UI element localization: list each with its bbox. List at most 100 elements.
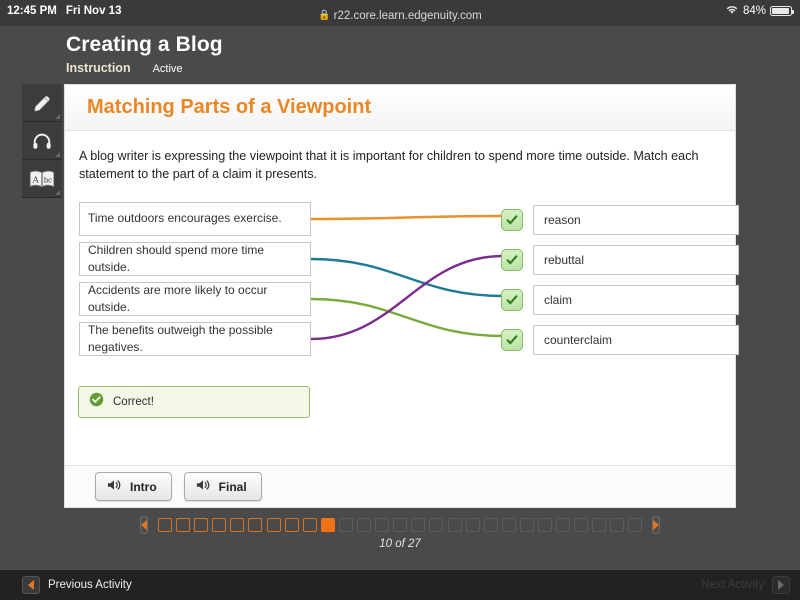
pagination-dot[interactable]: [574, 518, 589, 532]
check-icon: [501, 208, 523, 231]
lesson-subtitle: Instruction Active: [66, 61, 223, 75]
pagination-dot[interactable]: [411, 518, 426, 532]
pagination-dot[interactable]: [501, 518, 516, 532]
feedback-banner: Correct!: [78, 386, 310, 418]
pagination-dot[interactable]: [447, 518, 462, 532]
connector-line: [310, 297, 504, 337]
check-icon: [501, 248, 523, 271]
audio-button-final[interactable]: Final: [183, 472, 262, 501]
lock-icon: 🔒: [318, 10, 331, 21]
activity-card: Matching Parts of a Viewpoint A blog wri…: [64, 84, 739, 508]
category-row: reason: [501, 204, 739, 235]
dictionary-book-icon: A bc: [29, 169, 55, 189]
category-item[interactable]: claim: [533, 284, 739, 315]
next-activity-label: Next Activity: [701, 579, 764, 591]
speaker-icon: [106, 478, 122, 495]
speaker-icon: [195, 478, 211, 495]
statement-item[interactable]: Time outdoors encourages exercise.: [79, 201, 311, 236]
audio-toolbar: Intro Final: [65, 465, 735, 507]
pagination-dot[interactable]: [628, 518, 643, 532]
url-text: r22.core.learn.edgenuity.com: [333, 10, 482, 22]
connector-line: [310, 257, 504, 297]
glossary-tool[interactable]: A bc: [22, 160, 62, 198]
pagination-dot[interactable]: [393, 518, 408, 532]
next-arrow-box: [772, 576, 790, 594]
pagination-dot[interactable]: [537, 518, 552, 532]
page-counter: 10 of 27: [379, 538, 421, 550]
pagination-dot[interactable]: [158, 518, 172, 532]
audio-tool[interactable]: [22, 122, 62, 160]
statement-item[interactable]: Children should spend more time outside.: [79, 241, 311, 276]
pagination-dot[interactable]: [483, 518, 498, 532]
pagination-dot[interactable]: [610, 518, 625, 532]
category-row: rebuttal: [501, 244, 739, 275]
pagination-dot[interactable]: [519, 518, 534, 532]
statement-text: Children should spend more time outside.: [88, 243, 265, 274]
feedback-text: Correct!: [113, 396, 154, 408]
svg-text:bc: bc: [44, 176, 52, 184]
pagination-dot[interactable]: [284, 518, 299, 532]
statement-item[interactable]: The benefits outweigh the possible negat…: [79, 321, 311, 356]
category-text: counterclaim: [544, 332, 613, 347]
caret-left-icon: [141, 520, 147, 530]
statement-text: Time outdoors encourages exercise.: [88, 211, 282, 226]
pagination-dot[interactable]: [357, 518, 372, 532]
browser-url-bar[interactable]: 🔒 r22.core.learn.edgenuity.com: [0, 10, 800, 32]
tablet-screen: 12:45 PM Fri Nov 13 84% 🔒 r22.core.learn.…: [0, 0, 800, 600]
pagination-dot[interactable]: [338, 518, 353, 532]
activity-nav-bar: Previous Activity Next Activity: [0, 570, 800, 600]
pagination-dot[interactable]: [592, 518, 607, 532]
pagination-dot[interactable]: [266, 518, 281, 532]
check-icon: [501, 328, 523, 351]
caret-right-icon: [653, 520, 660, 530]
prev-arrow-box: [22, 576, 40, 594]
connector-line: [310, 214, 504, 220]
category-item[interactable]: reason: [533, 204, 739, 235]
tool-rail: A bc: [22, 84, 62, 198]
check-circle-icon: [89, 392, 104, 412]
pagination-dot[interactable]: [230, 518, 245, 532]
caret-left-icon: [28, 580, 34, 590]
pagination-dot[interactable]: [465, 518, 480, 532]
pagination-dot[interactable]: [212, 518, 227, 532]
pagination-dot[interactable]: [176, 518, 191, 532]
audio-button-label: Intro: [130, 479, 157, 494]
lesson-header: Creating a Blog Instruction Active: [66, 33, 223, 75]
pagination-dot[interactable]: [556, 518, 571, 532]
headphones-icon: [31, 131, 53, 151]
category-row: claim: [501, 284, 739, 315]
matching-area: Time outdoors encourages exercise. Childr…: [79, 194, 739, 356]
activity-heading: Matching Parts of a Viewpoint: [87, 96, 372, 118]
statement-item[interactable]: Accidents are more likely to occur outsi…: [79, 281, 311, 316]
category-item[interactable]: rebuttal: [533, 244, 739, 275]
audio-button-label: Final: [218, 479, 247, 494]
category-item[interactable]: counterclaim: [533, 324, 739, 355]
pagination-dot[interactable]: [375, 518, 390, 532]
category-row: counterclaim: [501, 324, 739, 355]
pagination-dot[interactable]: [248, 518, 263, 532]
activity-prompt: A blog writer is expressing the viewpoin…: [79, 149, 699, 182]
pencil-icon: [31, 92, 53, 114]
pagination-dot[interactable]: [429, 518, 444, 532]
statement-text: The benefits outweigh the possible negat…: [88, 323, 273, 354]
previous-activity-button[interactable]: Previous Activity: [22, 576, 132, 594]
connector-line: [310, 254, 504, 340]
pagination-dot[interactable]: [320, 518, 335, 532]
audio-button-intro[interactable]: Intro: [95, 472, 172, 501]
category-text: reason: [544, 212, 581, 227]
pagination-next-button[interactable]: [652, 516, 661, 534]
lesson-status-label: Active: [152, 63, 183, 75]
pagination-prev-button[interactable]: [140, 516, 148, 534]
previous-activity-label: Previous Activity: [48, 579, 132, 591]
pagination-dot[interactable]: [194, 518, 209, 532]
statement-text: Accidents are more likely to occur outsi…: [88, 283, 268, 314]
lesson-type-label: Instruction: [66, 61, 131, 75]
pagination-dot[interactable]: [302, 518, 317, 532]
svg-text:A: A: [31, 175, 39, 185]
check-icon: [501, 288, 523, 311]
category-text: claim: [544, 292, 573, 307]
caret-right-icon: [778, 580, 784, 590]
pencil-tool[interactable]: [22, 84, 62, 122]
next-activity-button[interactable]: Next Activity: [701, 576, 790, 594]
page-title: Creating a Blog: [66, 33, 223, 56]
